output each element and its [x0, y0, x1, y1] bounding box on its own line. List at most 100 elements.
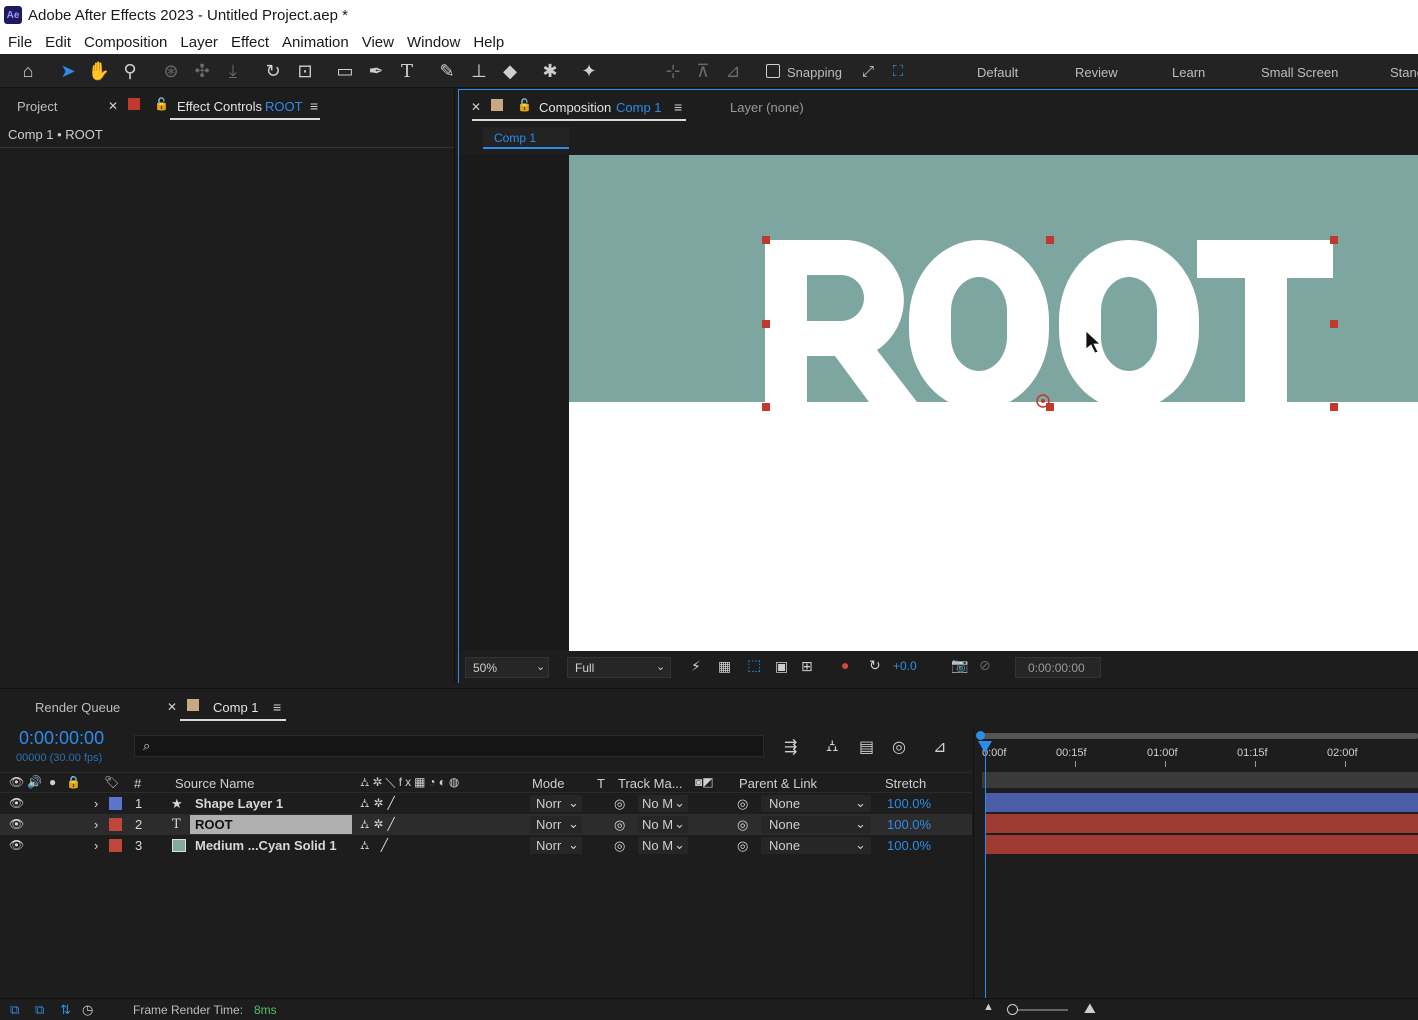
zoom-slider-track[interactable]	[1010, 1009, 1068, 1011]
layer-name[interactable]: Shape Layer 1	[195, 796, 283, 811]
preserve-transparency-icon[interactable]: ◎	[614, 796, 625, 812]
menu-file[interactable]: File	[8, 34, 32, 51]
eye-icon[interactable]: 👁	[9, 796, 24, 810]
clone-stamp-tool-icon[interactable]: ⊥	[466, 58, 492, 84]
layer-switches[interactable]: ⛼✲╱	[360, 817, 399, 833]
layer-switches-toggle-icon[interactable]: ⧉	[10, 1002, 19, 1018]
workspace-standard[interactable]: Stanc	[1390, 65, 1418, 80]
eraser-tool-icon[interactable]: ◆	[497, 58, 523, 84]
expand-chevron-icon[interactable]: ›	[94, 796, 98, 811]
track-matte-dropdown[interactable]: No M ⌄	[638, 816, 688, 833]
menu-composition[interactable]: Composition	[84, 34, 167, 51]
expand-chevron-icon[interactable]: ›	[94, 838, 98, 853]
show-snapshot-icon[interactable]: ⊘	[979, 657, 991, 674]
dolly-camera-icon[interactable]: ⤓	[220, 58, 246, 84]
layer-switches[interactable]: ⛼✲╱	[360, 796, 399, 812]
composition-mini-flowchart-icon[interactable]: ⇶	[784, 737, 797, 757]
column-source-name[interactable]: Source Name	[175, 776, 254, 791]
home-icon[interactable]: ⌂	[15, 58, 41, 84]
menu-view[interactable]: View	[362, 34, 394, 51]
view-axis-icon[interactable]: ⊿	[720, 58, 746, 84]
tab-render-queue[interactable]: Render Queue	[35, 700, 120, 715]
close-tab-icon[interactable]: ✕	[471, 100, 481, 114]
layer-switches[interactable]: ⛼ ╱	[360, 838, 392, 854]
playhead-handle[interactable]	[978, 741, 992, 753]
fast-previews-icon[interactable]: ⚡	[691, 658, 701, 675]
reset-exposure-icon[interactable]: ↻	[869, 657, 881, 674]
puppet-pin-tool-icon[interactable]: ✦	[576, 58, 602, 84]
preserve-transparency-icon[interactable]: ◎	[614, 817, 625, 833]
workspace-default[interactable]: Default	[977, 65, 1018, 80]
mode-dropdown[interactable]: Norr ⌄	[530, 795, 582, 812]
motion-blur-icon[interactable]: ◎	[892, 737, 906, 757]
solid-layer-duration-bar[interactable]	[985, 835, 1418, 854]
layer-name[interactable]: ROOT	[195, 817, 233, 832]
expand-chevron-icon[interactable]: ›	[94, 817, 98, 832]
stretch-value[interactable]: 100.0%	[887, 838, 931, 853]
work-area-start-handle[interactable]	[976, 731, 985, 740]
menu-help[interactable]: Help	[473, 34, 504, 51]
panel-menu-icon[interactable]: ≡	[310, 98, 318, 114]
tab-project[interactable]: Project	[17, 99, 57, 114]
snap-mode-icon[interactable]: ⛶	[885, 58, 911, 84]
layer-label-color[interactable]	[109, 818, 122, 831]
mode-dropdown[interactable]: Norr ⌄	[530, 837, 582, 854]
layer-row-shape-layer-1[interactable]: 👁 › 1 ★ Shape Layer 1 ⛼✲╱ Norr ⌄ ◎ No M ⌄ …	[0, 793, 972, 814]
tab-effect-controls[interactable]: Effect Controls	[177, 99, 262, 114]
roto-brush-tool-icon[interactable]: ✱	[537, 58, 563, 84]
current-time-field[interactable]: 0:00:00:00	[1015, 657, 1101, 678]
audio-icon[interactable]: 🔊	[27, 775, 42, 789]
comp-subtab[interactable]: Comp 1	[483, 127, 569, 149]
layer-row-root[interactable]: 👁 › 2 T ROOT ⛼✲╱ Norr ⌄ ◎ No M ⌄ ◎ None ⌄ 1…	[0, 814, 972, 835]
tab-layer[interactable]: Layer (none)	[730, 100, 804, 115]
layer-name[interactable]: Medium ...Cyan Solid 1	[195, 838, 337, 853]
pick-whip-icon[interactable]: ◎	[737, 817, 748, 833]
orbit-camera-icon[interactable]: ⊛	[158, 58, 184, 84]
selection-tool-icon[interactable]: ➤	[55, 58, 81, 84]
workspace-review[interactable]: Review	[1075, 65, 1118, 80]
work-area-bar[interactable]	[979, 733, 1418, 739]
graph-editor-icon[interactable]: ⊿	[933, 737, 946, 757]
pan-camera-icon[interactable]: ✣	[189, 58, 215, 84]
rotate-tool-icon[interactable]: ↻	[260, 58, 286, 84]
zoom-out-icon[interactable]: ▲	[983, 1001, 994, 1013]
zoom-in-icon[interactable]: ⛰	[1084, 1000, 1096, 1017]
eye-icon[interactable]: 👁	[9, 817, 24, 831]
timeline-graph[interactable]: 0:00f 00:15f 01:00f 01:15f 02:00f	[973, 727, 1418, 999]
menu-edit[interactable]: Edit	[45, 34, 71, 51]
transfer-controls-toggle-icon[interactable]: ⧉	[35, 1002, 44, 1018]
resolution-dropdown[interactable]: Full ⌄	[567, 657, 671, 678]
workspace-small-screen[interactable]: Small Screen	[1261, 65, 1338, 80]
mask-visibility-icon[interactable]: ⬚	[747, 656, 761, 674]
exposure-value[interactable]: +0.0	[893, 659, 917, 673]
current-time-display[interactable]: 0:00:00:00	[19, 728, 104, 749]
layer-row-cyan-solid[interactable]: 👁 › 3 Medium ...Cyan Solid 1 ⛼ ╱ Norr ⌄ ◎…	[0, 835, 972, 856]
stretch-value[interactable]: 100.0%	[887, 817, 931, 832]
mode-dropdown[interactable]: Norr ⌄	[530, 816, 582, 833]
close-tab-icon[interactable]: ✕	[108, 99, 118, 113]
world-axis-icon[interactable]: ⊼	[690, 58, 716, 84]
parent-dropdown[interactable]: None ⌄	[761, 837, 871, 854]
timeline-search-input[interactable]: ⌕	[134, 735, 764, 757]
layer-label-color[interactable]	[109, 797, 122, 810]
close-tab-icon[interactable]: ✕	[167, 700, 177, 714]
root-layer-duration-bar[interactable]	[985, 814, 1418, 833]
track-matte-dropdown[interactable]: No M ⌄	[638, 795, 688, 812]
video-visibility-icon[interactable]: 👁	[9, 775, 24, 789]
pick-whip-icon[interactable]: ◎	[737, 838, 748, 854]
layer-label-color[interactable]	[109, 839, 122, 852]
color-channels-icon[interactable]: ●	[841, 657, 849, 673]
lock-icon[interactable]: 🔓	[154, 97, 169, 111]
type-tool-icon[interactable]: T	[394, 58, 420, 84]
playhead-line[interactable]	[985, 741, 986, 999]
preserve-transparency-icon[interactable]: ◎	[614, 838, 625, 854]
zoom-dropdown[interactable]: 50% ⌄	[465, 657, 549, 678]
label-column-icon[interactable]: 🏷	[104, 775, 119, 789]
panel-menu-icon[interactable]: ≡	[273, 699, 281, 715]
solo-icon[interactable]: ●	[49, 775, 56, 789]
lock-icon[interactable]: 🔓	[517, 98, 532, 112]
stretch-value[interactable]: 100.0%	[887, 796, 931, 811]
tab-composition[interactable]: Composition	[539, 100, 611, 115]
frame-blending-icon[interactable]: ▤	[859, 737, 874, 757]
rectangle-tool-icon[interactable]: ▭	[332, 58, 358, 84]
